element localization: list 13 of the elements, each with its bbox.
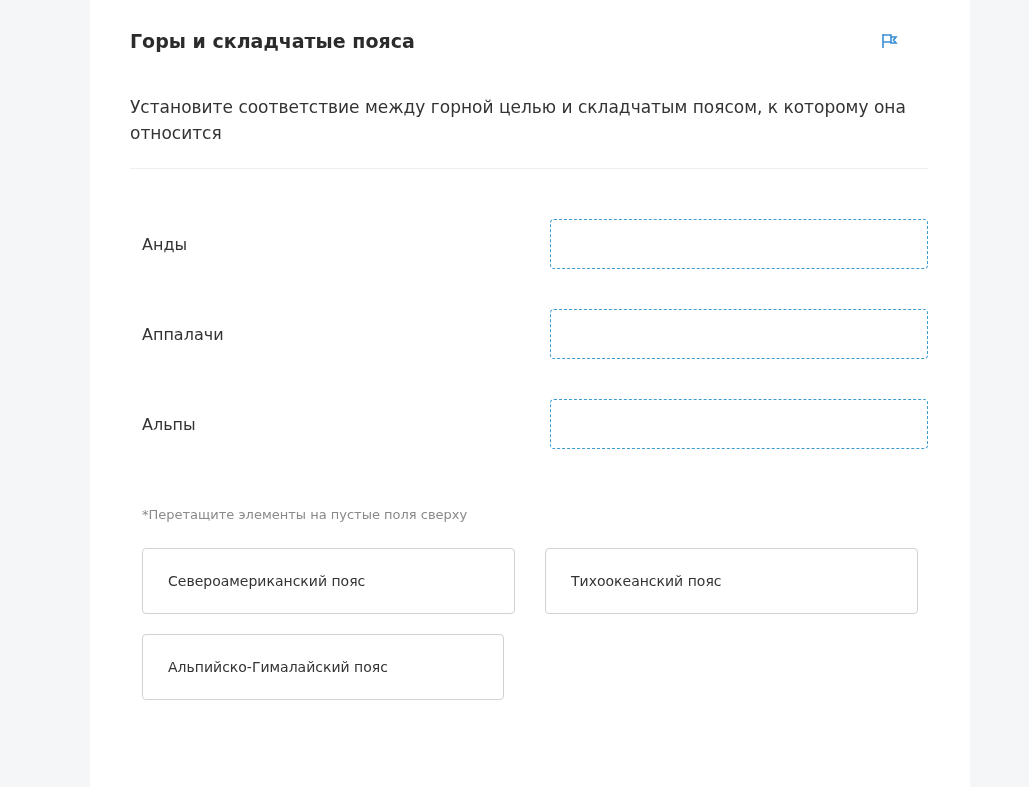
drop-zone[interactable]	[550, 309, 928, 359]
flag-icon[interactable]	[880, 32, 898, 50]
term-label: Анды	[142, 234, 188, 254]
drop-zone[interactable]	[550, 399, 928, 449]
task-title: Горы и складчатые пояса	[130, 30, 415, 52]
question-text: Установите соответствие между горной целью и складчатым поясом, к которому она относится	[130, 96, 907, 145]
hint-text: *Перетащите элементы на пустые поля сверху	[142, 507, 469, 522]
drop-zone[interactable]	[550, 219, 928, 269]
draggable-option[interactable]: Тихоокеанский пояс	[545, 548, 918, 614]
draggable-option[interactable]: Альпийско-Гималайский пояс	[142, 634, 504, 700]
term-label: Альпы	[142, 414, 196, 434]
term-label: Аппалачи	[142, 324, 224, 344]
draggable-option[interactable]: Североамериканский пояс	[142, 548, 515, 614]
